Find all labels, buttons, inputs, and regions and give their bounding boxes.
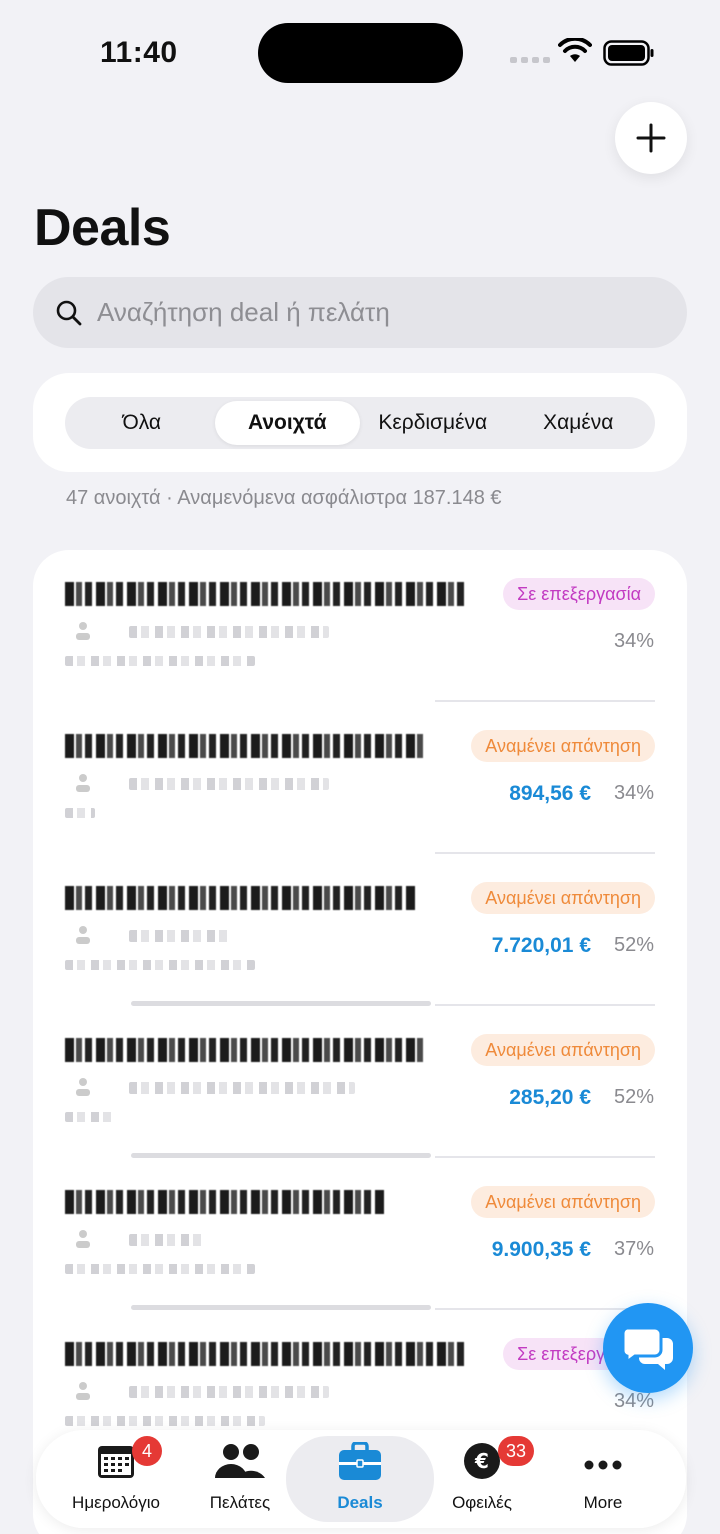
debts-badge: 33	[498, 1436, 535, 1466]
deal-probability: 34%	[613, 630, 654, 652]
deals-summary: 47 ανοιχτά · Αναμενόμενα ασφάλιστρα 187.…	[66, 487, 502, 509]
wifi-icon	[558, 38, 592, 62]
person-icon	[76, 1230, 90, 1248]
filter-tab-open[interactable]: Ανοιχτά	[214, 401, 360, 445]
deal-title-redacted	[65, 1038, 425, 1062]
cellular-signal-icon	[510, 57, 550, 63]
deal-row[interactable]: Αναμένει απάντηση 894,56 € 34%	[33, 702, 687, 854]
client-name-redacted	[129, 626, 329, 638]
calendar-icon	[98, 1446, 134, 1478]
filter-tab-lost[interactable]: Χαμένα	[506, 401, 652, 445]
deal-title-redacted	[65, 582, 465, 606]
deal-meta-redacted	[65, 1112, 115, 1122]
deal-meta-redacted	[65, 656, 255, 666]
page-title: Deals	[34, 199, 171, 257]
client-name-redacted	[129, 1082, 355, 1094]
tab-calendar[interactable]: 4 Ημερολόγιο	[46, 1430, 186, 1528]
deal-meta-redacted	[65, 1416, 265, 1426]
deal-meta-redacted	[65, 808, 95, 818]
status-badge: Αναμένει απάντηση	[471, 730, 655, 762]
status-badge: Αναμένει απάντηση	[471, 1186, 655, 1218]
people-icon	[215, 1444, 265, 1478]
person-icon	[76, 622, 90, 640]
client-name-redacted	[129, 930, 229, 942]
client-name-redacted	[129, 778, 329, 790]
bottom-tab-bar: 4 Ημερολόγιο Πελάτες Deals € 33 Οφειλές	[36, 1430, 686, 1528]
deal-title-redacted	[65, 1342, 465, 1366]
deal-amount: 7.720,01 €	[491, 934, 591, 957]
add-deal-button[interactable]	[615, 102, 687, 174]
deal-row[interactable]: Σε επεξεργασία 34%	[33, 550, 687, 702]
briefcase-icon	[339, 1442, 381, 1480]
dynamic-island	[258, 23, 463, 83]
tab-label: More	[583, 1493, 623, 1512]
deal-amount: 894,56 €	[509, 782, 591, 805]
more-icon	[584, 1460, 622, 1470]
deal-meta-redacted	[65, 960, 255, 970]
client-name-redacted	[129, 1386, 329, 1398]
deal-title-redacted	[65, 1190, 385, 1214]
status-badge: Σε επεξεργασία	[503, 578, 655, 610]
person-icon	[76, 1382, 90, 1400]
deal-amount: 9.900,35 €	[491, 1238, 591, 1261]
deals-list: Σε επεξεργασία 34% Αναμένει απάντηση 894…	[33, 550, 687, 1534]
person-icon	[76, 1078, 90, 1096]
filter-card: Όλα Ανοιχτά Κερδισμένα Χαμένα	[33, 373, 687, 472]
deal-probability: 52%	[613, 1086, 654, 1108]
euro-icon: €	[464, 1443, 500, 1479]
search-input[interactable]	[97, 297, 637, 328]
person-icon	[76, 774, 90, 792]
deal-probability: 37%	[613, 1238, 654, 1260]
deal-title-redacted	[65, 886, 415, 910]
deal-row[interactable]: Αναμένει απάντηση 9.900,35 € 37%	[33, 1158, 687, 1310]
deal-amount: 285,20 €	[509, 1086, 591, 1109]
status-segmented-control: Όλα Ανοιχτά Κερδισμένα Χαμένα	[65, 397, 655, 449]
filter-tab-won[interactable]: Κερδισμένα	[360, 401, 506, 445]
deal-row[interactable]: Αναμένει απάντηση 285,20 € 52%	[33, 1006, 687, 1158]
tab-debts[interactable]: € 33 Οφειλές	[412, 1430, 552, 1528]
status-time: 11:40	[100, 36, 178, 69]
deal-row[interactable]: Αναμένει απάντηση 7.720,01 € 52%	[33, 854, 687, 1006]
deal-meta-redacted	[65, 1264, 255, 1274]
deal-probability: 34%	[613, 1390, 654, 1412]
client-name-redacted	[129, 1234, 203, 1246]
tab-label: Ημερολόγιο	[72, 1493, 160, 1512]
status-bar: 11:40	[0, 0, 720, 100]
battery-icon	[603, 40, 654, 66]
tab-more[interactable]: More	[533, 1430, 673, 1528]
filter-tab-all[interactable]: Όλα	[69, 401, 215, 445]
calendar-badge: 4	[132, 1436, 162, 1466]
svg-text:€: €	[474, 1449, 489, 1473]
chat-bubbles-icon	[621, 1326, 673, 1370]
person-icon	[76, 926, 90, 944]
tab-label: Οφειλές	[452, 1493, 512, 1512]
search-bar[interactable]	[33, 277, 687, 348]
chat-button[interactable]	[603, 1303, 693, 1393]
deal-probability: 34%	[613, 782, 654, 804]
search-icon	[56, 300, 82, 325]
deal-probability: 52%	[613, 934, 654, 956]
status-badge: Αναμένει απάντηση	[471, 1034, 655, 1066]
status-badge: Αναμένει απάντηση	[471, 882, 655, 914]
plus-icon	[636, 123, 666, 153]
deal-title-redacted	[65, 734, 425, 758]
